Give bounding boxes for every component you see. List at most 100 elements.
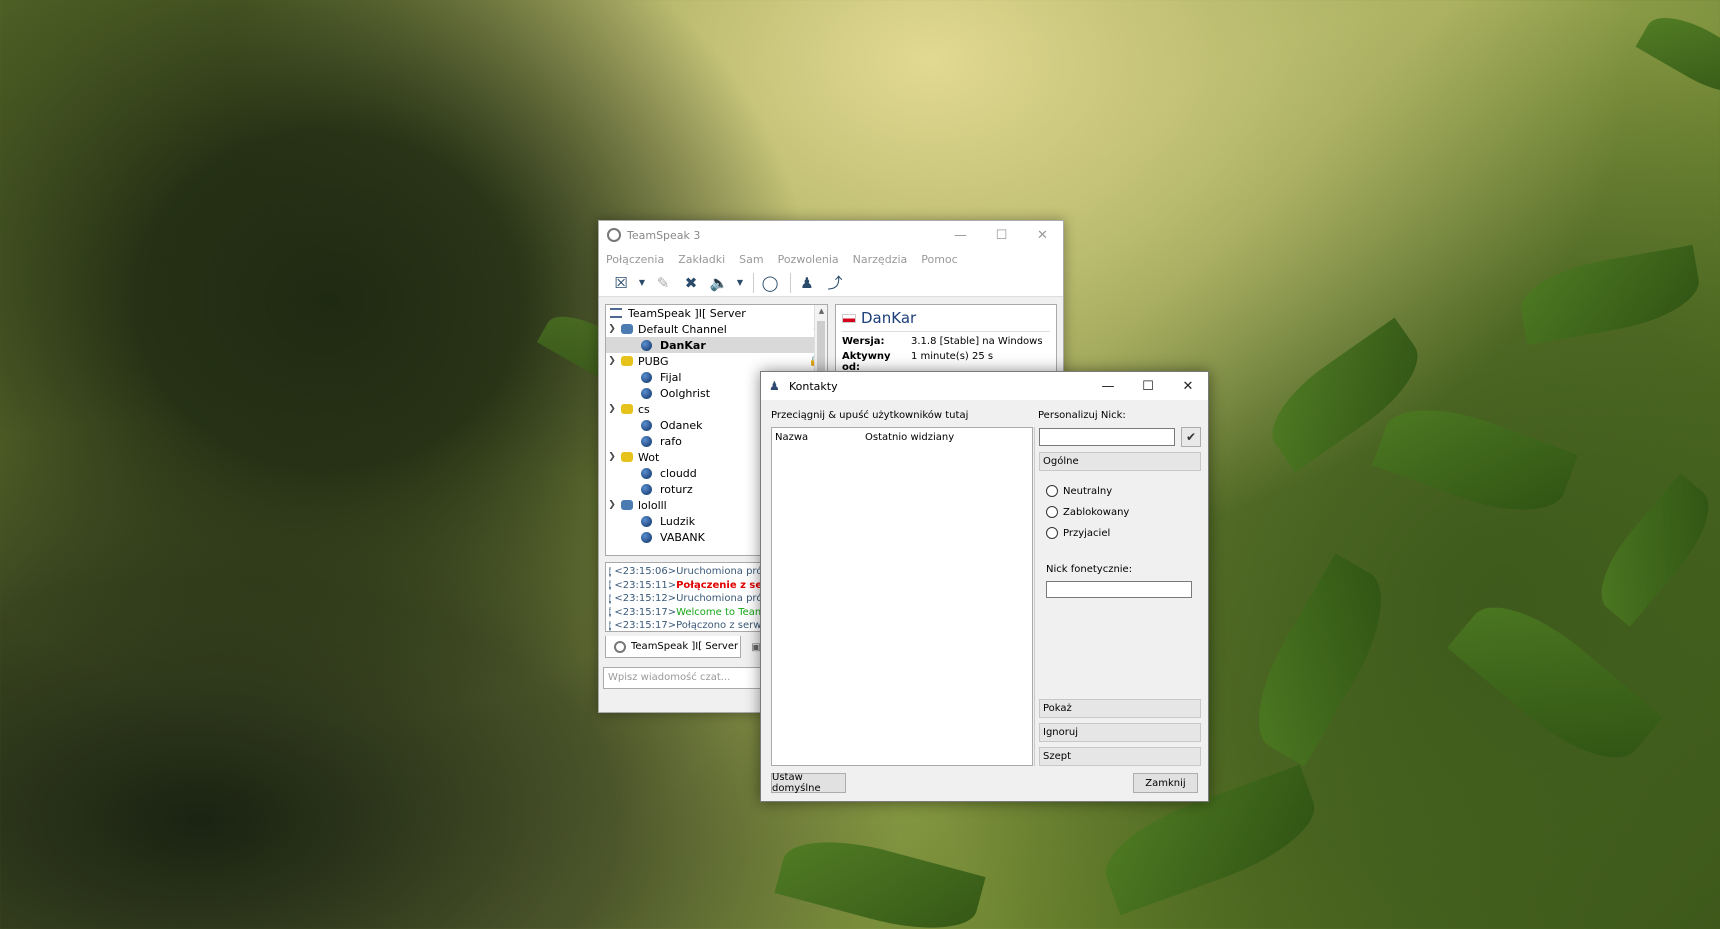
log-time: <23:15:11> — [614, 579, 677, 591]
active-line: Aktywny od: 1 minute(s) 25 s — [842, 351, 1050, 373]
contacts-icon[interactable]: ♟ — [795, 273, 819, 293]
server-icon — [610, 308, 622, 318]
radio-circle[interactable] — [1046, 485, 1058, 497]
speakers-dropdown-icon[interactable]: ▼ — [735, 273, 745, 293]
contacts-dialog: ♟ Kontakty — ☐ ✕ Przeciągnij & upuść uży… — [760, 371, 1209, 802]
client-info-header: DanKar — [842, 309, 1050, 332]
ts-toolbar: ☒ ▼ ✎ ✖ 🔈 ▼ ◯ ♟ ⤴ — [599, 269, 1063, 297]
teamspeak-logo-icon — [614, 640, 626, 653]
menu-help[interactable]: Pomoc — [921, 253, 957, 266]
chevron-down-icon[interactable]: ❯ — [606, 356, 618, 366]
log-entry: i <23:15:17> Welcome to TeamS — [606, 606, 764, 620]
radio-label: Neutralny — [1063, 485, 1113, 497]
away-icon[interactable]: ◯ — [758, 273, 782, 293]
close-icon[interactable]: ✕ — [1022, 221, 1063, 249]
whisper-icon[interactable]: ⤴ — [823, 273, 847, 293]
radio-label: Przyjaciel — [1063, 527, 1111, 539]
radio-circle[interactable] — [1046, 506, 1058, 518]
client-row[interactable]: DanKar — [606, 337, 827, 353]
log-entry: i <23:15:17> Połączono z serwer — [606, 619, 765, 632]
client-status-icon — [641, 483, 652, 495]
log-text: Połączono z serwer — [676, 620, 765, 632]
whisper-button[interactable]: Szept — [1039, 747, 1201, 766]
server-tab-label: TeamSpeak ]I[ Server — [631, 641, 739, 652]
radio-circle[interactable] — [1046, 527, 1058, 539]
log-entry: i <23:15:11> Połączenie z ser — [606, 579, 764, 593]
server-log: i <23:15:06> Uruchomiona próba i <23:15:… — [605, 562, 765, 632]
client-name: Odanek — [660, 418, 703, 432]
reset-defaults-button[interactable]: Ustaw domyślne — [771, 772, 846, 794]
channel-name: lololll — [638, 498, 667, 512]
connect-dropdown-icon[interactable]: ▼ — [637, 273, 647, 293]
disconnect-icon[interactable]: ✎ — [651, 273, 675, 293]
info-icon: i — [609, 566, 612, 577]
mute-speakers-icon[interactable]: 🔈 — [707, 273, 731, 293]
channel-row[interactable]: ❯ Default Channel ✔ — [606, 321, 827, 337]
maximize-icon[interactable]: ☐ — [981, 221, 1022, 249]
chevron-down-icon[interactable]: ❯ — [606, 500, 618, 510]
minimize-icon[interactable]: — — [1088, 372, 1128, 400]
close-icon[interactable]: ✕ — [1168, 372, 1208, 400]
radio-blocked[interactable]: Zablokowany — [1046, 506, 1129, 518]
client-name: rafo — [660, 434, 682, 448]
checkmark-icon[interactable]: ✔ — [1181, 427, 1201, 447]
radio-neutral[interactable]: Neutralny — [1046, 485, 1112, 497]
minimize-icon[interactable]: — — [940, 221, 981, 249]
log-entry: i <23:15:12> Uruchomiona próba — [606, 592, 764, 606]
menu-permissions[interactable]: Pozwolenia — [778, 253, 839, 266]
chevron-down-icon[interactable]: ❯ — [606, 324, 618, 334]
log-text: Połączenie z ser — [676, 579, 765, 591]
mute-microphone-icon[interactable]: ✖ — [679, 273, 703, 293]
contacts-list[interactable]: Nazwa Ostatnio widziany — [771, 427, 1033, 766]
log-time: <23:15:17> — [614, 606, 677, 618]
server-name: TeamSpeak ]I[ Server — [628, 306, 746, 320]
maximize-icon[interactable]: ☐ — [1128, 372, 1168, 400]
ignore-button[interactable]: Ignoruj — [1039, 723, 1201, 742]
client-name: Ludzik — [660, 514, 696, 528]
radio-friend[interactable]: Przyjaciel — [1046, 527, 1110, 539]
chevron-down-icon[interactable]: ❯ — [606, 404, 618, 414]
log-time: <23:15:17> — [614, 620, 677, 632]
phonetic-nick-label: Nick fonetycznie: — [1046, 564, 1133, 575]
client-name: Oolghrist — [660, 386, 711, 400]
active-value: 1 minute(s) 25 s — [911, 351, 994, 362]
server-tab[interactable]: TeamSpeak ]I[ Server — [605, 636, 741, 658]
toolbar-separator — [790, 272, 791, 293]
client-status-icon — [641, 387, 652, 399]
menu-bookmarks[interactable]: Zakładki — [678, 253, 725, 266]
client-name: roturz — [660, 482, 693, 496]
contacts-icon: ♟ — [769, 379, 780, 393]
column-last-seen[interactable]: Ostatnio widziany — [865, 432, 954, 443]
menu-tools[interactable]: Narzędzia — [853, 253, 908, 266]
drag-hint-label: Przeciągnij & upuść użytkowników tutaj — [771, 410, 969, 421]
info-icon: i — [609, 580, 612, 591]
dialog-titlebar: ♟ Kontakty — ☐ ✕ — [761, 372, 1208, 400]
channel-icon — [621, 452, 633, 462]
version-line: Wersja: 3.1.8 [Stable] na Windows — [842, 336, 1050, 347]
personalize-nick-input[interactable] — [1039, 428, 1175, 446]
scroll-up-icon[interactable]: ▲ — [815, 307, 827, 315]
log-text: Uruchomiona próba — [676, 566, 764, 578]
chevron-down-icon[interactable]: ❯ — [606, 452, 618, 462]
general-section-header[interactable]: Ogólne — [1039, 452, 1201, 471]
chat-input[interactable]: Wpisz wiadomość czat... — [603, 667, 767, 689]
column-name[interactable]: Nazwa — [775, 432, 865, 443]
channel-icon — [621, 500, 633, 510]
server-row[interactable]: TeamSpeak ]I[ Server — [606, 305, 827, 321]
ts-titlebar: TeamSpeak 3 — ☐ ✕ — [599, 221, 1063, 249]
log-time: <23:15:06> — [614, 566, 677, 578]
show-button[interactable]: Pokaż — [1039, 699, 1201, 718]
connect-icon[interactable]: ☒ — [609, 273, 633, 293]
close-button[interactable]: Zamknij — [1133, 773, 1198, 793]
log-entry: i <23:15:06> Uruchomiona próba — [606, 565, 764, 579]
menu-self[interactable]: Sam — [739, 253, 763, 266]
channel-icon — [621, 324, 633, 334]
menu-connections[interactable]: Połączenia — [606, 253, 664, 266]
channel-row[interactable]: ❯ PUBG 🔒 — [606, 353, 827, 369]
client-status-icon — [641, 435, 652, 447]
phonetic-nick-input[interactable] — [1046, 581, 1192, 598]
log-text: Uruchomiona próba — [676, 593, 764, 605]
channel-icon — [621, 404, 633, 414]
list-header: Nazwa Ostatnio widziany — [772, 428, 1032, 446]
channel-name: cs — [638, 402, 650, 416]
